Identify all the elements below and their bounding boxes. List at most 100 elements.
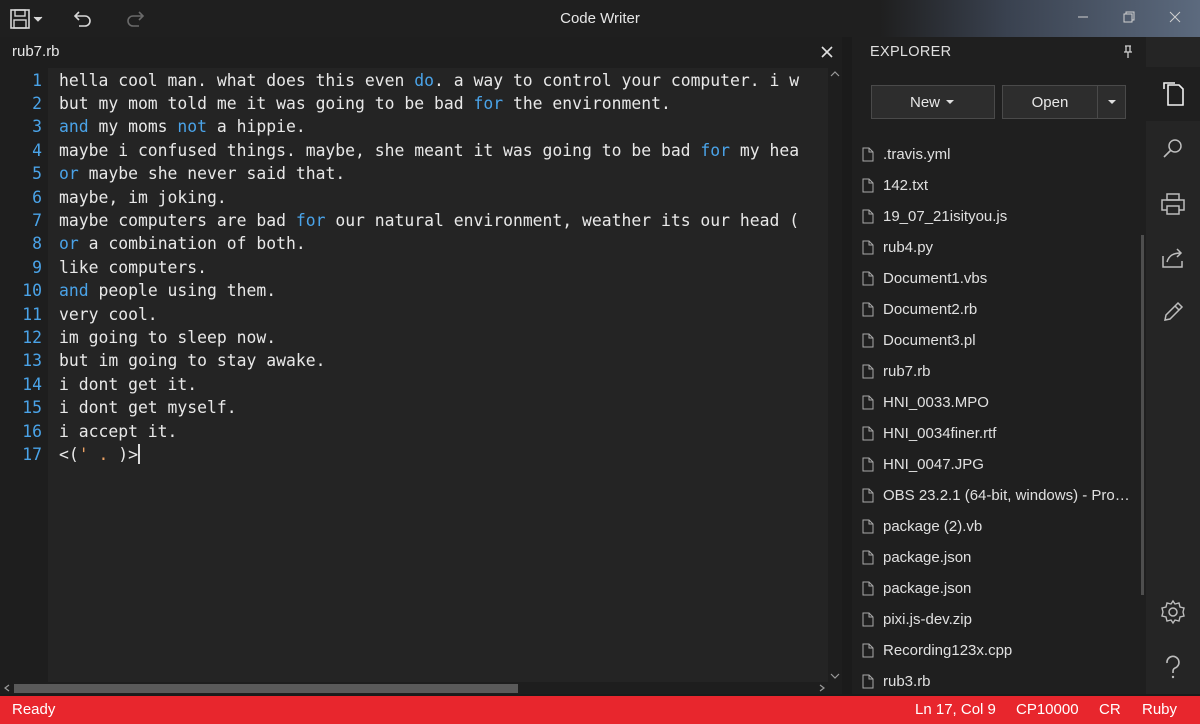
text-token: very cool. [59,304,158,324]
file-item[interactable]: .travis.yml [852,139,1134,170]
close-window-button[interactable] [1152,0,1198,33]
file-item[interactable]: OBS 23.2.1 (64-bit, windows) - Profile: … [852,480,1134,511]
file-icon [862,488,874,503]
line-number: 4 [32,140,42,160]
horizontal-scroll-thumb[interactable] [14,684,518,693]
file-name: Document2.rb [883,301,978,318]
file-name: package.json [883,580,972,597]
status-language[interactable]: Ruby [1142,696,1177,724]
scroll-down-icon[interactable] [830,672,840,680]
file-item[interactable]: HNI_0034finer.rtf [852,418,1134,449]
text-token: <( [59,444,79,464]
line-number: 5 [32,164,42,184]
file-icon [862,271,874,286]
file-item[interactable]: rub3.rb [852,666,1134,697]
file-item[interactable]: HNI_0047.JPG [852,449,1134,480]
text-token: maybe she never said that. [78,164,346,184]
file-name: rub4.py [883,239,934,256]
text-token: my hea [730,140,800,160]
line-number: 9 [32,257,42,277]
rail-edit[interactable] [1146,285,1200,339]
rail-print[interactable] [1146,177,1200,231]
file-name: pixi.js-dev.zip [883,611,972,628]
text-token: i dont get it. [59,374,198,394]
scroll-left-icon[interactable] [3,684,11,692]
rail-help[interactable] [1146,641,1200,695]
file-icon [862,302,874,317]
file-item[interactable]: 19_07_21isityou.js [852,201,1134,232]
line-number: 3 [32,117,42,137]
rail-settings[interactable] [1146,585,1200,639]
keyword-token: for [473,93,504,113]
open-button[interactable]: Open [1002,85,1098,119]
restore-button[interactable] [1106,0,1152,33]
file-item[interactable]: package.json [852,573,1134,604]
explorer-scrollbar[interactable] [1141,235,1144,595]
redo-button[interactable] [122,6,150,32]
status-cursor-position[interactable]: Ln 17, Col 9 [915,696,996,724]
editor-pane: rub7.rb 1 2 3 4 5 6 7 8 9 10 11 12 13 14 15 16 17 hella … [0,37,842,694]
file-item[interactable]: Recording123x.cpp [852,635,1134,666]
activity-rail [1146,37,1200,694]
text-token: my moms [88,117,178,137]
file-item[interactable]: rub7.rb [852,356,1134,387]
scroll-up-icon[interactable] [830,70,840,78]
horizontal-scrollbar[interactable] [0,682,842,694]
line-number: 14 [22,374,42,394]
file-icon [862,457,874,472]
vertical-scrollbar[interactable] [828,68,842,682]
code-line: im going to sleep now. [59,326,276,349]
file-icon [862,674,874,689]
file-name: .travis.yml [883,146,951,163]
close-tab-icon[interactable] [818,43,836,61]
file-name: 19_07_21isityou.js [883,208,1008,225]
text-token: i accept it. [59,421,178,441]
undo-icon [73,11,91,27]
keyword-token: for [700,140,731,160]
file-icon [862,426,874,441]
file-name: Recording123x.cpp [883,642,1013,659]
explorer-panel: EXPLORER New Open .travis.yml 142.txt 19_0… [852,37,1146,694]
file-item[interactable]: rub4.py [852,232,1134,263]
file-item[interactable]: pixi.js-dev.zip [852,604,1134,635]
text-cursor [137,443,140,464]
tab-rub7[interactable]: rub7.rb [0,37,842,67]
rail-search[interactable] [1146,121,1200,175]
status-line-ending[interactable]: CR [1099,696,1121,724]
file-item[interactable]: Document1.vbs [852,263,1134,294]
pin-icon[interactable] [1122,45,1134,59]
rail-documents[interactable] [1146,67,1200,121]
scroll-right-icon[interactable] [818,684,826,692]
line-number: 13 [22,351,42,371]
text-token: hella cool man. what does this even [59,70,415,90]
file-item[interactable]: 142.txt [852,170,1134,201]
file-name: HNI_0033.MPO [883,394,989,411]
file-name: HNI_0034finer.rtf [883,425,997,442]
status-encoding[interactable]: CP10000 [1016,696,1079,724]
line-number: 17 [22,444,42,464]
file-name: package.json [883,549,972,566]
pencil-icon [1164,301,1184,321]
code-line: i accept it. [59,420,177,443]
file-item[interactable]: package.json [852,542,1134,573]
file-item[interactable]: package (2).vb [852,511,1134,542]
line-number: 12 [22,327,42,347]
new-button[interactable]: New [871,85,995,119]
code-line: hella cool man. what does this even do. … [59,69,799,92]
help-icon [1166,655,1180,679]
file-item[interactable]: HNI_0033.MPO [852,387,1134,418]
undo-button[interactable] [68,6,96,32]
file-item[interactable]: Document3.pl [852,325,1134,356]
file-icon [862,147,874,162]
file-icon [862,581,874,596]
file-item[interactable]: Document2.rb [852,294,1134,325]
save-button[interactable] [8,6,46,32]
rail-share[interactable] [1146,231,1200,285]
share-icon [1162,248,1183,268]
code-text-area[interactable]: hella cool man. what does this even do. … [48,68,828,682]
line-number: 11 [22,304,42,324]
keyword-token: and [59,117,89,137]
open-dropdown-button[interactable] [1097,85,1126,119]
minimize-button[interactable] [1060,0,1106,33]
text-token: )> [118,444,138,464]
